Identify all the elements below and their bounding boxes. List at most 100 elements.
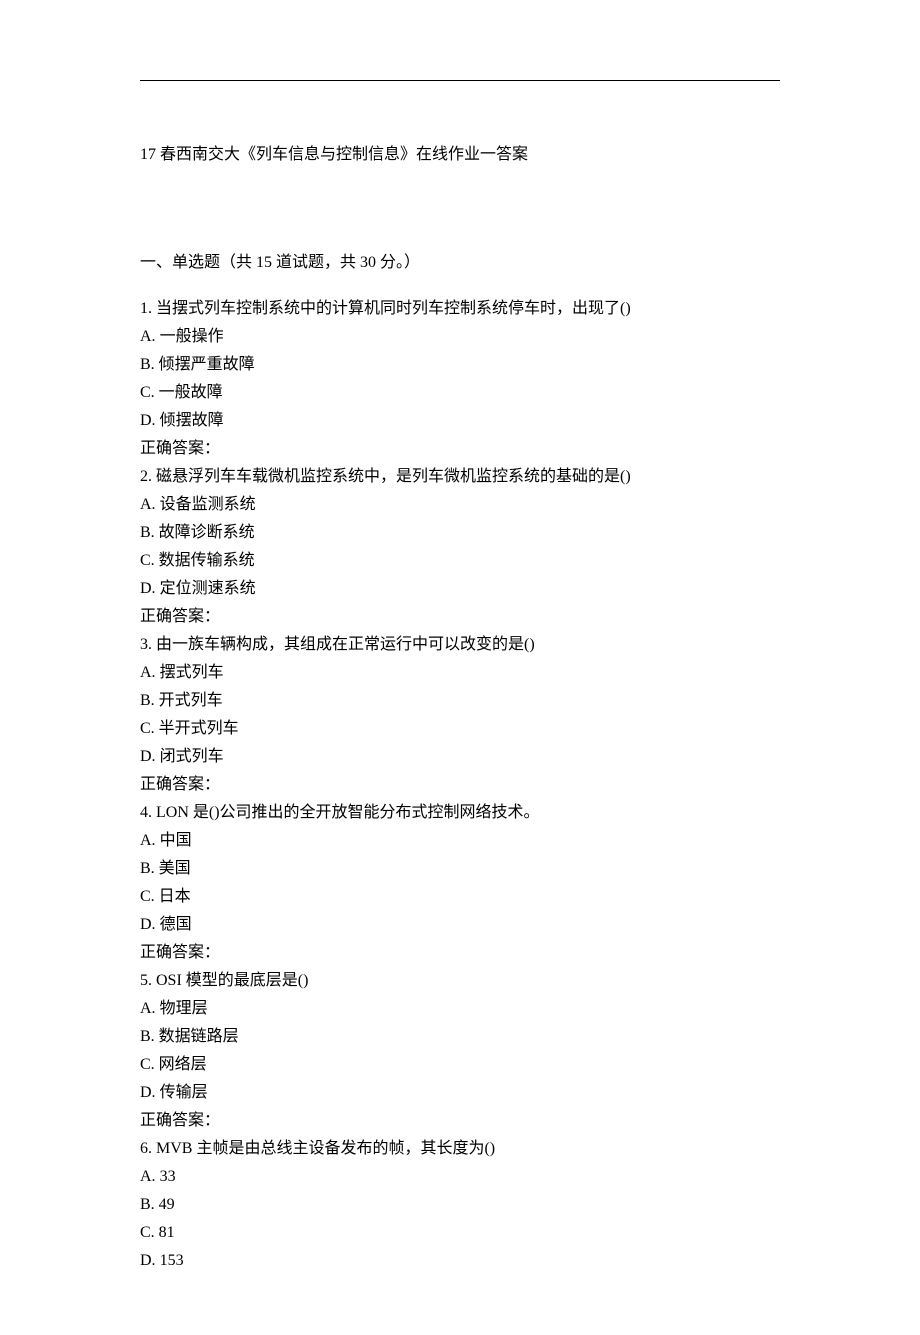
option-label: D. — [140, 748, 156, 765]
option-label: D. — [140, 1084, 156, 1101]
option-text: 网络层 — [159, 1056, 207, 1073]
option-text: 传输层 — [160, 1084, 208, 1101]
question-body: 当摆式列车控制系统中的计算机同时列车控制系统停车时，出现了() — [156, 300, 631, 317]
option: A. 一般操作 — [140, 323, 780, 351]
option: D. 倾摆故障 — [140, 407, 780, 435]
option-text: 闭式列车 — [160, 748, 224, 765]
option-label: C. — [140, 720, 155, 737]
question-text: 5. OSI 模型的最底层是() — [140, 967, 780, 995]
option-label: C. — [140, 1056, 155, 1073]
option-label: D. — [140, 1252, 156, 1269]
option: C. 一般故障 — [140, 379, 780, 407]
question-text: 1. 当摆式列车控制系统中的计算机同时列车控制系统停车时，出现了() — [140, 295, 780, 323]
option: D. 定位测速系统 — [140, 575, 780, 603]
option: D. 传输层 — [140, 1079, 780, 1107]
option-label: B. — [140, 524, 155, 541]
questions-container: 1. 当摆式列车控制系统中的计算机同时列车控制系统停车时，出现了()A. 一般操… — [140, 295, 780, 1275]
question-number: 5. — [140, 972, 152, 989]
option-text: 日本 — [159, 888, 191, 905]
option-label: D. — [140, 580, 156, 597]
page-container: 17 春西南交大《列车信息与控制信息》在线作业一答案 一、单选题（共 15 道试… — [0, 0, 920, 1335]
option-label: A. — [140, 832, 156, 849]
option-label: A. — [140, 496, 156, 513]
question-text: 6. MVB 主帧是由总线主设备发布的帧，其长度为() — [140, 1135, 780, 1163]
option: A. 物理层 — [140, 995, 780, 1023]
option-text: 倾摆故障 — [160, 412, 224, 429]
option-label: A. — [140, 1000, 156, 1017]
question-block: 4. LON 是()公司推出的全开放智能分布式控制网络技术。A. 中国B. 美国… — [140, 799, 780, 967]
option-label: B. — [140, 1028, 155, 1045]
question-body: OSI 模型的最底层是() — [156, 972, 308, 989]
option: C. 半开式列车 — [140, 715, 780, 743]
option: C. 日本 — [140, 883, 780, 911]
option: A. 摆式列车 — [140, 659, 780, 687]
question-number: 2. — [140, 468, 152, 485]
question-text: 4. LON 是()公司推出的全开放智能分布式控制网络技术。 — [140, 799, 780, 827]
option: B. 49 — [140, 1191, 780, 1219]
option: D. 闭式列车 — [140, 743, 780, 771]
option-text: 81 — [159, 1224, 175, 1241]
option: A. 33 — [140, 1163, 780, 1191]
question-block: 6. MVB 主帧是由总线主设备发布的帧，其长度为()A. 33B. 49C. … — [140, 1135, 780, 1275]
option-text: 设备监测系统 — [160, 496, 256, 513]
option-label: A. — [140, 1168, 156, 1185]
option: A. 中国 — [140, 827, 780, 855]
question-number: 6. — [140, 1140, 152, 1157]
option-text: 倾摆严重故障 — [159, 356, 255, 373]
option: C. 81 — [140, 1219, 780, 1247]
header-divider — [140, 80, 780, 81]
option-label: C. — [140, 552, 155, 569]
option-text: 33 — [160, 1168, 176, 1185]
question-number: 4. — [140, 804, 152, 821]
option-label: A. — [140, 664, 156, 681]
question-body: LON 是()公司推出的全开放智能分布式控制网络技术。 — [156, 804, 540, 821]
option-label: A. — [140, 328, 156, 345]
option: C. 数据传输系统 — [140, 547, 780, 575]
answer-label: 正确答案： — [140, 435, 780, 463]
option-label: C. — [140, 888, 155, 905]
option-text: 开式列车 — [159, 692, 223, 709]
option-text: 49 — [159, 1196, 175, 1213]
question-block: 2. 磁悬浮列车车载微机监控系统中，是列车微机监控系统的基础的是()A. 设备监… — [140, 463, 780, 631]
question-body: 磁悬浮列车车载微机监控系统中，是列车微机监控系统的基础的是() — [156, 468, 631, 485]
option-label: B. — [140, 860, 155, 877]
option-label: D. — [140, 412, 156, 429]
option: B. 倾摆严重故障 — [140, 351, 780, 379]
question-text: 2. 磁悬浮列车车载微机监控系统中，是列车微机监控系统的基础的是() — [140, 463, 780, 491]
option-label: C. — [140, 384, 155, 401]
option: D. 153 — [140, 1247, 780, 1275]
option-text: 一般操作 — [160, 328, 224, 345]
option-text: 半开式列车 — [159, 720, 239, 737]
option-text: 153 — [160, 1252, 184, 1269]
option-label: B. — [140, 1196, 155, 1213]
question-block: 3. 由一族车辆构成，其组成在正常运行中可以改变的是()A. 摆式列车B. 开式… — [140, 631, 780, 799]
option: D. 德国 — [140, 911, 780, 939]
option-text: 美国 — [159, 860, 191, 877]
option: B. 开式列车 — [140, 687, 780, 715]
question-body: 由一族车辆构成，其组成在正常运行中可以改变的是() — [156, 636, 535, 653]
answer-label: 正确答案： — [140, 603, 780, 631]
option-text: 定位测速系统 — [160, 580, 256, 597]
option-text: 德国 — [160, 916, 192, 933]
answer-label: 正确答案： — [140, 939, 780, 967]
option: C. 网络层 — [140, 1051, 780, 1079]
question-text: 3. 由一族车辆构成，其组成在正常运行中可以改变的是() — [140, 631, 780, 659]
question-number: 1. — [140, 300, 152, 317]
question-number: 3. — [140, 636, 152, 653]
document-title: 17 春西南交大《列车信息与控制信息》在线作业一答案 — [140, 141, 780, 169]
option-label: B. — [140, 692, 155, 709]
question-body: MVB 主帧是由总线主设备发布的帧，其长度为() — [156, 1140, 495, 1157]
option-text: 一般故障 — [159, 384, 223, 401]
option: A. 设备监测系统 — [140, 491, 780, 519]
option: B. 数据链路层 — [140, 1023, 780, 1051]
section-header: 一、单选题（共 15 道试题，共 30 分。） — [140, 249, 780, 277]
option: B. 美国 — [140, 855, 780, 883]
option-text: 数据传输系统 — [159, 552, 255, 569]
option-text: 中国 — [160, 832, 192, 849]
option-label: B. — [140, 356, 155, 373]
question-block: 1. 当摆式列车控制系统中的计算机同时列车控制系统停车时，出现了()A. 一般操… — [140, 295, 780, 463]
question-block: 5. OSI 模型的最底层是()A. 物理层B. 数据链路层C. 网络层D. 传… — [140, 967, 780, 1135]
answer-label: 正确答案： — [140, 771, 780, 799]
option-text: 物理层 — [160, 1000, 208, 1017]
option-text: 数据链路层 — [159, 1028, 239, 1045]
